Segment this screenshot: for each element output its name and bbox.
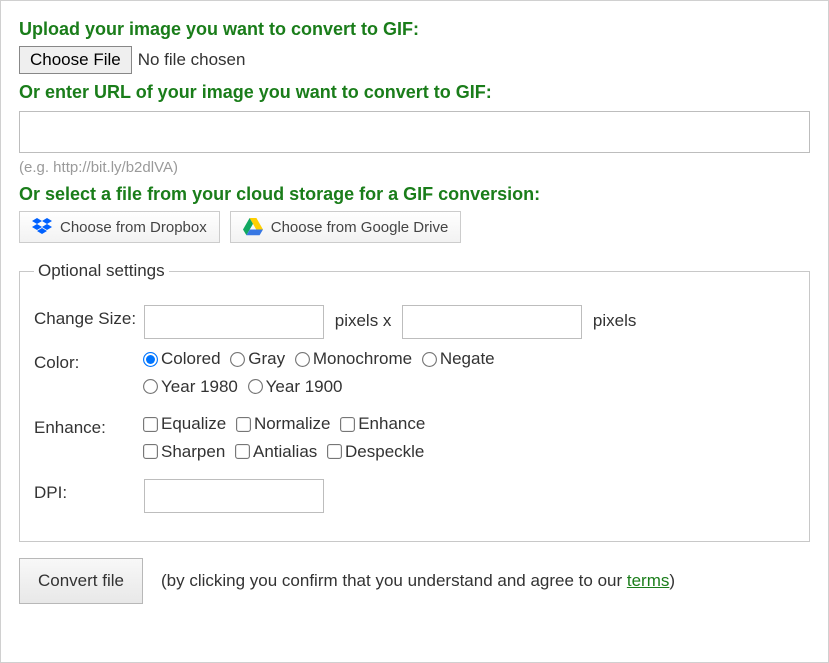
dpi-label: DPI: <box>34 479 144 503</box>
enhance-option-enhance[interactable]: Enhance <box>341 414 425 434</box>
dpi-input[interactable] <box>144 479 324 513</box>
url-hint: (e.g. http://bit.ly/b2dlVA) <box>19 159 810 176</box>
enhance-label: Enhance: <box>34 414 144 438</box>
height-input[interactable] <box>402 305 582 339</box>
enhance-option-antialias[interactable]: Antialias <box>236 442 317 462</box>
optional-settings: Optional settings Change Size: pixels x … <box>19 261 810 542</box>
enhance-option-despeckle[interactable]: Despeckle <box>328 442 424 462</box>
color-radio-gray[interactable] <box>230 352 245 367</box>
enhance-option-equalize[interactable]: Equalize <box>144 414 226 434</box>
color-radio-negate[interactable] <box>422 352 437 367</box>
gdrive-button[interactable]: Choose from Google Drive <box>230 211 462 243</box>
size-label: Change Size: <box>34 305 144 329</box>
submit-row: Convert file (by clicking you confirm th… <box>19 558 810 604</box>
color-option-negate[interactable]: Negate <box>423 349 495 369</box>
enhance-check-enhance[interactable] <box>340 417 355 432</box>
color-radio-monochrome[interactable] <box>295 352 310 367</box>
color-row: Color: Colored Gray Monochrome Negate Ye… <box>34 349 795 404</box>
color-radio-year1900[interactable] <box>248 379 263 394</box>
disclaimer-post: ) <box>669 571 675 590</box>
enhance-check-antialias[interactable] <box>235 444 250 459</box>
dropbox-button[interactable]: Choose from Dropbox <box>19 211 220 243</box>
gdrive-label: Choose from Google Drive <box>271 219 449 236</box>
color-option-monochrome[interactable]: Monochrome <box>296 349 412 369</box>
disclaimer: (by clicking you confirm that you unders… <box>161 568 675 594</box>
enhance-row: Enhance: Equalize Normalize Enhance Shar… <box>34 414 795 469</box>
size-suffix: pixels <box>593 311 636 330</box>
upload-heading: Upload your image you want to convert to… <box>19 19 810 40</box>
cloud-heading: Or select a file from your cloud storage… <box>19 184 810 205</box>
color-label: Color: <box>34 349 144 373</box>
cloud-row: Choose from Dropbox Choose from Google D… <box>19 211 810 243</box>
file-status: No file chosen <box>138 50 246 70</box>
optional-legend: Optional settings <box>34 261 169 281</box>
enhance-check-equalize[interactable] <box>143 417 158 432</box>
dpi-row: DPI: <box>34 479 795 513</box>
gdrive-icon <box>243 218 263 236</box>
file-picker-row: Choose File No file chosen <box>19 46 810 74</box>
enhance-check-sharpen[interactable] <box>143 444 158 459</box>
enhance-option-normalize[interactable]: Normalize <box>237 414 331 434</box>
size-row: Change Size: pixels x pixels <box>34 305 795 339</box>
url-heading: Or enter URL of your image you want to c… <box>19 82 810 103</box>
conversion-form: Upload your image you want to convert to… <box>0 0 829 663</box>
color-option-gray[interactable]: Gray <box>231 349 285 369</box>
color-radio-colored[interactable] <box>143 352 158 367</box>
choose-file-button[interactable]: Choose File <box>19 46 132 74</box>
disclaimer-pre: (by clicking you confirm that you unders… <box>161 571 627 590</box>
enhance-check-despeckle[interactable] <box>327 444 342 459</box>
url-input[interactable] <box>19 111 810 153</box>
color-option-year1900[interactable]: Year 1900 <box>249 377 343 397</box>
convert-button[interactable]: Convert file <box>19 558 143 604</box>
enhance-option-sharpen[interactable]: Sharpen <box>144 442 225 462</box>
dropbox-icon <box>32 218 52 236</box>
color-option-colored[interactable]: Colored <box>144 349 221 369</box>
color-radio-year1980[interactable] <box>143 379 158 394</box>
dropbox-label: Choose from Dropbox <box>60 219 207 236</box>
terms-link[interactable]: terms <box>627 571 670 590</box>
color-option-year1980[interactable]: Year 1980 <box>144 377 238 397</box>
size-mid: pixels x <box>335 311 392 330</box>
width-input[interactable] <box>144 305 324 339</box>
enhance-check-normalize[interactable] <box>236 417 251 432</box>
